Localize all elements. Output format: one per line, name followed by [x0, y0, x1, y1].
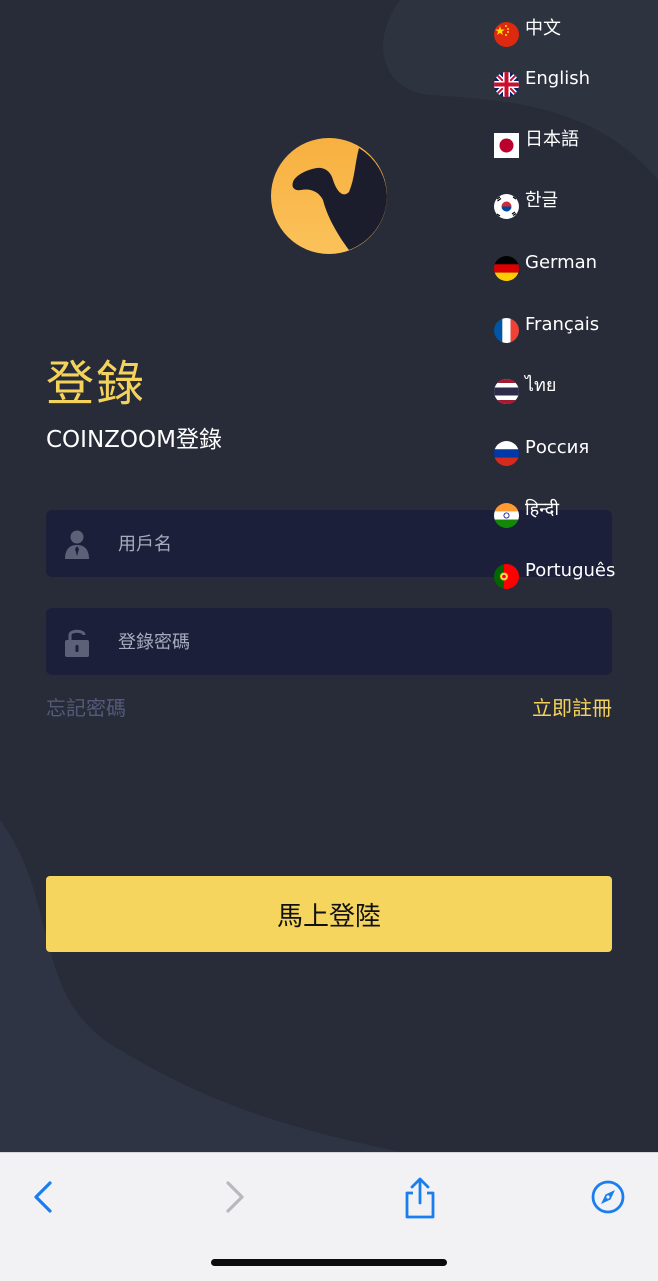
language-item-chinese[interactable]: 中文	[494, 18, 561, 48]
chevron-right-icon[interactable]	[212, 1175, 256, 1219]
language-item-french[interactable]: Français	[494, 314, 599, 344]
language-item-portuguese[interactable]: Português	[494, 560, 615, 590]
lock-icon	[65, 629, 89, 657]
language-label: ไทย	[525, 375, 557, 396]
password-field[interactable]	[46, 608, 612, 677]
japan-flag-icon	[494, 133, 519, 158]
password-input[interactable]	[116, 608, 600, 677]
germany-flag-icon	[494, 256, 519, 281]
language-label: 中文	[525, 18, 561, 39]
language-label: Français	[525, 314, 600, 335]
russia-flag-icon	[494, 441, 519, 466]
language-label: हिन्दी	[525, 499, 560, 520]
language-label: German	[525, 252, 598, 273]
language-label: 한글	[525, 190, 559, 211]
portugal-flag-icon	[494, 564, 519, 589]
language-item-thai[interactable]: ไทย	[494, 375, 556, 405]
page-title: 登錄	[46, 356, 147, 412]
app-screen: 登錄 COINZOOM登錄 忘記密碼 立即註冊 馬上登陸 中	[0, 0, 658, 1152]
chevron-left-icon[interactable]	[22, 1175, 66, 1219]
compass-icon[interactable]	[586, 1175, 630, 1219]
language-label: Россия	[525, 437, 590, 458]
home-indicator	[211, 1259, 447, 1266]
camel-logo-icon	[271, 138, 387, 254]
login-button[interactable]: 馬上登陸	[46, 876, 612, 952]
user-icon	[65, 530, 89, 559]
language-item-japanese[interactable]: 日本語	[494, 129, 579, 159]
china-flag-icon	[494, 22, 519, 47]
language-label: Português	[525, 560, 616, 581]
language-item-english[interactable]: English	[494, 68, 590, 98]
language-label: 日本語	[525, 129, 579, 150]
language-item-russian[interactable]: Россия	[494, 437, 589, 467]
page-subtitle: COINZOOM登錄	[46, 427, 222, 453]
language-item-korean[interactable]: 한글	[494, 190, 558, 220]
language-item-hindi[interactable]: हिन्दी	[494, 499, 559, 529]
thailand-flag-icon	[494, 379, 519, 404]
share-icon[interactable]	[398, 1175, 442, 1219]
uk-flag-icon	[494, 72, 519, 97]
language-menu: 中文 English 日本語 한글 German Français ไทย Ро…	[494, 18, 658, 618]
language-item-german[interactable]: German	[494, 252, 597, 282]
forgot-password-link[interactable]: 忘記密碼	[46, 692, 126, 721]
register-link[interactable]: 立即註冊	[532, 692, 612, 721]
france-flag-icon	[494, 318, 519, 343]
india-flag-icon	[494, 503, 519, 528]
korea-flag-icon	[494, 194, 519, 219]
language-label: English	[525, 68, 590, 89]
